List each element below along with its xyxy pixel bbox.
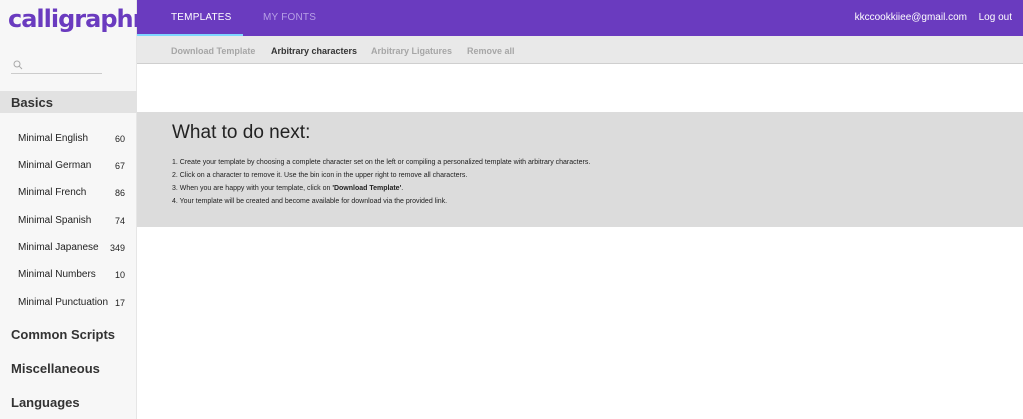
item-count: 17 bbox=[114, 298, 125, 308]
instruction-step-4: 4. Your template will be created and bec… bbox=[172, 198, 448, 205]
item-count: 86 bbox=[114, 188, 125, 198]
section-basics[interactable]: Basics bbox=[11, 95, 53, 110]
sidebar-item-minimal-french[interactable]: Minimal French bbox=[18, 187, 86, 198]
tab-my-fonts[interactable]: MY FONTS bbox=[263, 12, 316, 23]
step3-end: . bbox=[401, 185, 404, 192]
search-icon bbox=[13, 60, 23, 70]
item-count: 67 bbox=[114, 161, 125, 171]
sidebar-item-minimal-numbers[interactable]: Minimal Numbers bbox=[18, 269, 96, 280]
sidebar: calligraphr Basics Minimal English 60 Mi… bbox=[0, 0, 144, 419]
search-field[interactable] bbox=[25, 58, 101, 73]
item-count: 349 bbox=[109, 243, 125, 253]
logout-link[interactable]: Log out bbox=[979, 12, 1012, 23]
panel-title: What to do next: bbox=[172, 122, 311, 143]
sidebar-item-minimal-spanish[interactable]: Minimal Spanish bbox=[18, 215, 91, 226]
download-template-button[interactable]: Download Template bbox=[171, 46, 255, 56]
item-count: 74 bbox=[114, 216, 125, 226]
instruction-step-2: 2. Click on a character to remove it. Us… bbox=[172, 172, 468, 179]
sub-toolbar: Download Template Arbitrary characters A… bbox=[137, 36, 1023, 64]
sidebar-item-minimal-japanese[interactable]: Minimal Japanese bbox=[18, 242, 99, 253]
item-count: 10 bbox=[114, 270, 125, 280]
arbitrary-ligatures-button[interactable]: Arbitrary Ligatures bbox=[371, 46, 452, 56]
logo-area[interactable]: calligraphr bbox=[0, 0, 144, 37]
section-miscellaneous[interactable]: Miscellaneous bbox=[11, 361, 100, 376]
top-navbar: TEMPLATES MY FONTS kkccookkiiee@gmail.co… bbox=[137, 0, 1023, 36]
logo[interactable]: calligraphr bbox=[8, 5, 144, 33]
instructions-panel: What to do next: 1. Create your template… bbox=[137, 112, 1023, 227]
sidebar-item-minimal-english[interactable]: Minimal English bbox=[18, 133, 88, 144]
instruction-step-1: 1. Create your template by choosing a co… bbox=[172, 159, 591, 166]
search-input[interactable] bbox=[11, 58, 102, 74]
sidebar-item-minimal-german[interactable]: Minimal German bbox=[18, 160, 91, 171]
item-count: 60 bbox=[114, 134, 125, 144]
section-common-scripts[interactable]: Common Scripts bbox=[11, 327, 115, 342]
arbitrary-characters-button[interactable]: Arbitrary characters bbox=[271, 46, 357, 56]
tab-templates[interactable]: TEMPLATES bbox=[171, 12, 232, 23]
remove-all-button[interactable]: Remove all bbox=[467, 46, 515, 56]
section-languages[interactable]: Languages bbox=[11, 395, 80, 410]
step3-bold: 'Download Template' bbox=[332, 185, 402, 192]
step3-text: 3. When you are happy with your template… bbox=[172, 185, 333, 192]
user-email[interactable]: kkccookkiiee@gmail.com bbox=[855, 12, 967, 23]
instruction-step-3: 3. When you are happy with your template… bbox=[172, 185, 403, 192]
